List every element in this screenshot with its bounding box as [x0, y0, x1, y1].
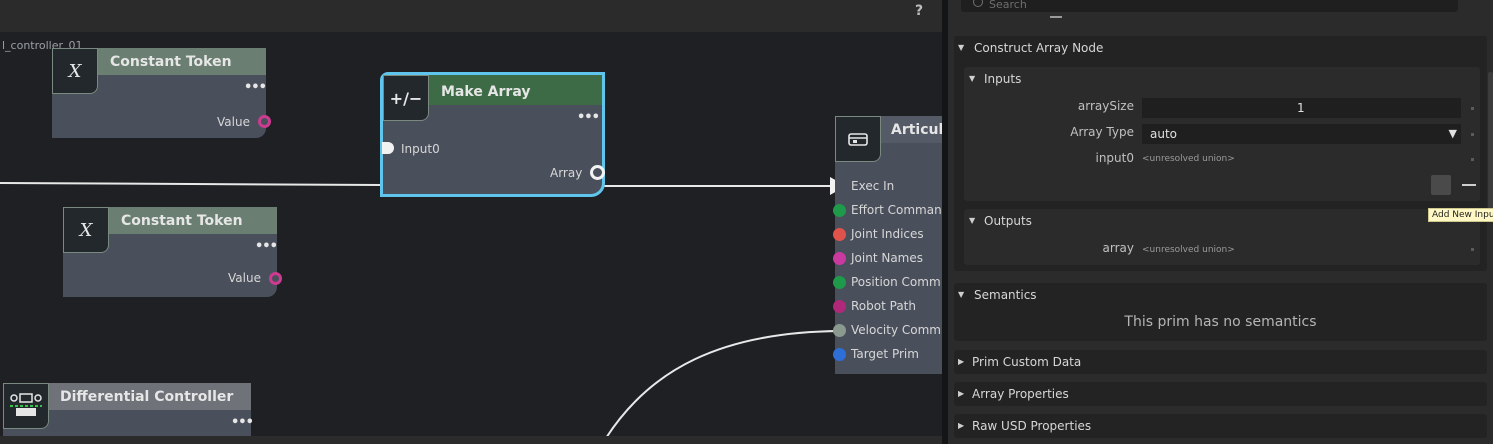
array-properties-section[interactable]: ▶ Array Properties	[954, 382, 1487, 406]
port-label-array: Array	[550, 166, 583, 180]
input0-value: <unresolved union>	[1142, 154, 1235, 164]
constant-token-node-2[interactable]: Constant Token X ••• Value	[63, 207, 278, 297]
subsection-title[interactable]: Inputs	[984, 72, 1021, 86]
remove-input-button[interactable]	[1462, 184, 1476, 186]
input-pin-input0[interactable]	[382, 142, 394, 154]
outputs-subsection: ▼ Outputs array <unresolved union>	[964, 209, 1480, 265]
add-input-button[interactable]	[1431, 175, 1451, 195]
section-title[interactable]: Raw USD Properties	[972, 419, 1091, 433]
output-pin-value[interactable]	[269, 272, 282, 285]
port-label: Joint Names	[851, 251, 923, 265]
section-title[interactable]: Semantics	[974, 288, 1037, 302]
section-title[interactable]: Array Properties	[972, 387, 1069, 401]
reset-marker[interactable]	[1471, 158, 1474, 161]
subsection-title[interactable]: Outputs	[984, 214, 1032, 228]
differential-drive-icon	[3, 383, 49, 429]
input-pin[interactable]	[833, 252, 846, 265]
graph-status-bar	[0, 436, 942, 444]
collapse-triangle-icon[interactable]: ▼	[969, 216, 975, 225]
expand-triangle-icon[interactable]: ▶	[958, 421, 964, 430]
exec-wire-in	[0, 182, 383, 186]
port-label: Position Comm	[851, 275, 941, 289]
reset-marker[interactable]	[1471, 133, 1474, 136]
array-size-field[interactable]: 1	[1142, 98, 1461, 118]
reset-marker[interactable]	[1471, 248, 1474, 251]
node-menu-dots[interactable]: •••	[231, 415, 254, 430]
input-pin[interactable]	[833, 276, 846, 289]
port-label: Exec In	[851, 179, 895, 193]
array-output-value: <unresolved union>	[1142, 245, 1235, 255]
robot-controller-icon	[835, 116, 881, 162]
port-label-value: Value	[228, 271, 261, 285]
input0-label: input0	[1095, 151, 1134, 165]
construct-array-section: ▼ Construct Array Node ▼ Inputs arraySiz…	[954, 36, 1487, 271]
semantics-message: This prim has no semantics	[1124, 314, 1317, 330]
port-label: Target Prim	[851, 347, 919, 361]
property-search-input[interactable]: Search	[961, 0, 1458, 12]
output-pin-value[interactable]	[258, 115, 271, 128]
array-output-label: array	[1102, 241, 1134, 255]
port-label: Robot Path	[851, 299, 916, 313]
input-pin[interactable]	[833, 300, 846, 313]
port-label: Joint Indices	[851, 227, 924, 241]
graph-editor[interactable]: ? l_controller_01 Constant Token X ••• V…	[0, 0, 942, 444]
variable-x-icon: X	[52, 48, 98, 94]
property-panel: Search ▼ Construct Array Node ▼ Inputs a…	[948, 0, 1493, 444]
constant-token-node-1[interactable]: Constant Token X ••• Value	[52, 48, 267, 138]
plus-minus-icon: +/−	[383, 75, 429, 121]
input-pin[interactable]	[833, 228, 846, 241]
collapse-triangle-icon[interactable]: ▼	[958, 290, 964, 299]
port-label-value: Value	[217, 115, 250, 129]
reset-marker[interactable]	[1471, 107, 1474, 110]
node-title: Constant Token	[121, 213, 243, 229]
output-pin-array[interactable]	[590, 165, 605, 180]
array-size-value: 1	[1297, 101, 1305, 115]
panel-scrollbar[interactable]	[1488, 72, 1493, 212]
node-title: Constant Token	[110, 54, 232, 70]
node-menu-dots[interactable]: •••	[255, 239, 278, 254]
input-pin[interactable]	[833, 324, 846, 337]
expand-triangle-icon[interactable]: ▶	[958, 357, 964, 366]
search-placeholder: Search	[989, 0, 1027, 11]
search-icon	[973, 0, 983, 7]
add-input-tooltip: Add New Inpu	[1428, 208, 1493, 222]
make-array-node[interactable]: Make Array +/− ••• Input0 Array	[380, 72, 605, 197]
array-type-label: Array Type	[1070, 125, 1134, 139]
node-title: Differential Controller	[60, 389, 234, 405]
input-pin[interactable]	[833, 348, 846, 361]
array-type-dropdown[interactable]: auto ▼	[1142, 124, 1461, 144]
articulation-controller-node[interactable]: Articula Exec In Effort Comman Joint Indic…	[833, 116, 942, 374]
node-title: Articula	[891, 122, 942, 138]
port-label: Effort Comman	[851, 203, 942, 217]
input-pin[interactable]	[833, 204, 846, 217]
collapse-triangle-icon[interactable]: ▼	[969, 74, 975, 83]
port-label: Velocity Comm	[851, 323, 941, 337]
chevron-down-icon: ▼	[1448, 127, 1457, 140]
expand-triangle-icon[interactable]: ▶	[958, 389, 964, 398]
section-title[interactable]: Prim Custom Data	[972, 355, 1081, 369]
differential-controller-node[interactable]: Differential Controller •••	[3, 383, 254, 443]
variable-x-icon: X	[63, 207, 109, 253]
velocity-wire	[605, 330, 841, 439]
prim-custom-data-section[interactable]: ▶ Prim Custom Data	[954, 350, 1487, 374]
collapse-triangle-icon[interactable]: ▼	[958, 43, 964, 52]
semantics-section: ▼ Semantics This prim has no semantics	[954, 283, 1487, 341]
array-size-label: arraySize	[1077, 99, 1134, 113]
collapse-handle[interactable]	[1050, 16, 1062, 18]
node-menu-dots[interactable]: •••	[244, 80, 267, 95]
section-title[interactable]: Construct Array Node	[974, 41, 1103, 55]
node-menu-dots[interactable]: •••	[577, 110, 600, 125]
inputs-subsection: ▼ Inputs arraySize 1 Array Type auto ▼ i…	[964, 67, 1480, 201]
node-title: Make Array	[441, 84, 531, 100]
raw-usd-properties-section[interactable]: ▶ Raw USD Properties	[954, 414, 1487, 438]
array-type-value: auto	[1150, 127, 1178, 141]
port-label-input0: Input0	[401, 142, 440, 156]
